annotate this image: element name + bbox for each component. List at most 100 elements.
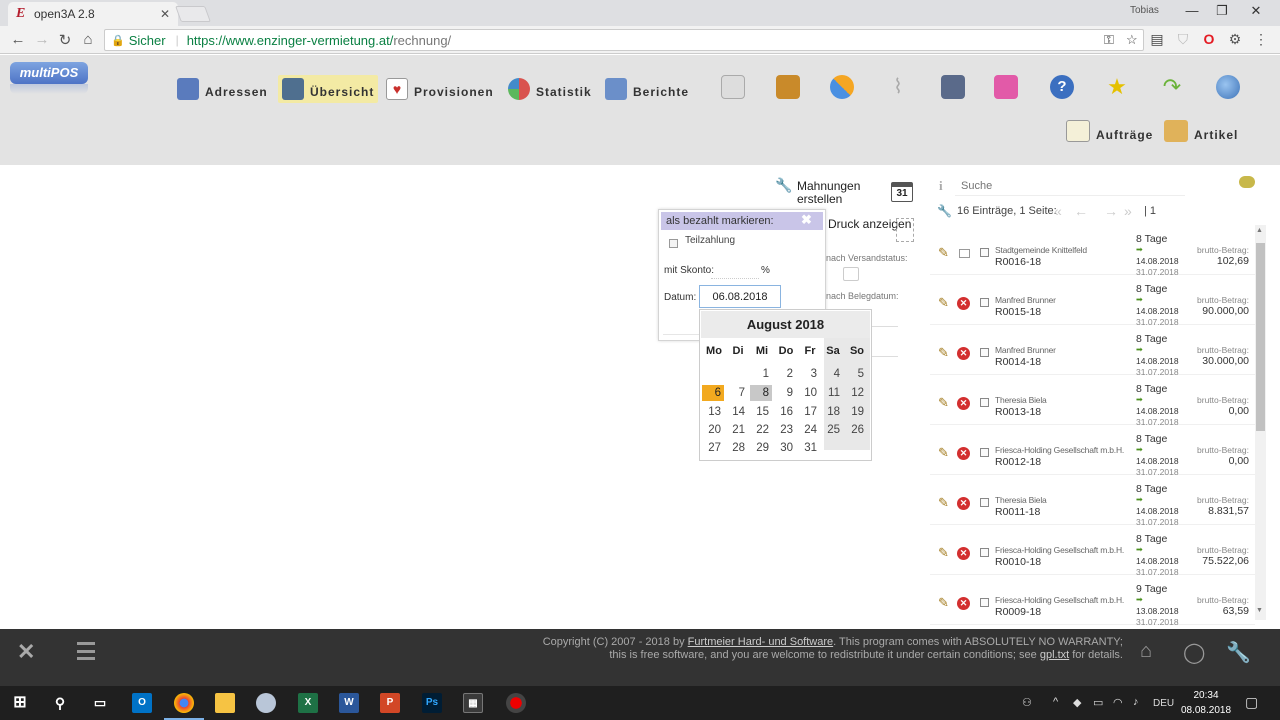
home-icon[interactable]: ⌂ xyxy=(78,31,98,48)
table-row[interactable]: ✎ ✕ Manfred Brunner R0014-18 8 Tage ➡ 14.08.20… xyxy=(930,325,1255,377)
pill-icon[interactable] xyxy=(830,75,854,99)
calendar-day-today[interactable]: 8 xyxy=(750,385,772,401)
settings-wrench-icon[interactable]: 🔧 xyxy=(1226,640,1251,665)
calendar-day[interactable]: 18 xyxy=(821,404,843,420)
owl-icon[interactable] xyxy=(1239,176,1255,188)
home-footer-icon[interactable]: ⌂ xyxy=(1140,640,1152,663)
calendar-day[interactable]: 11 xyxy=(821,385,843,401)
submenu-artikel[interactable]: Artikel xyxy=(1164,120,1238,142)
settings-extension-icon[interactable]: ⚙ xyxy=(1226,31,1244,48)
document-icon[interactable] xyxy=(980,298,989,307)
mail-sent-icon[interactable] xyxy=(959,249,970,258)
clock[interactable]: 20:34 08.08.2018 xyxy=(1180,688,1232,718)
language-indicator[interactable]: DEU xyxy=(1153,698,1174,709)
extension-pocket-icon[interactable]: ⛉ xyxy=(1174,31,1192,48)
menu-berichte[interactable]: Berichte xyxy=(601,75,693,103)
layers-icon[interactable] xyxy=(77,642,95,660)
calendar-day[interactable]: 3 xyxy=(798,366,820,382)
table-row[interactable]: ✎ Stadtgemeinde Knittelfeld R0016-18 8 Tage… xyxy=(930,225,1255,277)
notebook-icon[interactable] xyxy=(776,75,800,99)
calendar-day[interactable]: 14 xyxy=(726,404,748,420)
gpl-link[interactable]: gpl.txt xyxy=(1040,649,1069,661)
scroll-up-icon[interactable]: ▲ xyxy=(1256,227,1263,234)
battery-icon[interactable]: ▭ xyxy=(1093,696,1103,709)
edit-pencil-icon[interactable]: ✎ xyxy=(938,295,949,311)
document-icon[interactable] xyxy=(980,598,989,607)
close-popup-icon[interactable]: ✖ xyxy=(801,212,812,228)
calendar-day[interactable]: 23 xyxy=(774,422,796,438)
calendar-31-icon[interactable]: 31 xyxy=(891,182,913,202)
maximize-icon[interactable]: ❐ xyxy=(1212,3,1232,19)
edit-pencil-icon[interactable]: ✎ xyxy=(938,545,949,561)
calendar-day[interactable]: 4 xyxy=(821,366,843,382)
paperclip-icon[interactable]: ⌇ xyxy=(886,75,910,99)
print-preview-icon[interactable] xyxy=(896,218,914,242)
key-icon[interactable]: ⚿ xyxy=(1104,32,1114,48)
help-icon[interactable]: ? xyxy=(1050,75,1074,99)
search-icon[interactable]: ⚲ xyxy=(50,693,70,713)
windows-start-icon[interactable]: ⊞ xyxy=(10,693,30,713)
calendar-day[interactable]: 17 xyxy=(798,404,820,420)
edit-pencil-icon[interactable]: ✎ xyxy=(938,245,949,261)
delete-icon[interactable]: ✕ xyxy=(957,297,970,310)
extension-icon[interactable]: ▤ xyxy=(1148,31,1166,48)
table-row[interactable]: ✎ ✕ Manfred Brunner R0015-18 8 Tage ➡ 14.08.20… xyxy=(930,275,1255,327)
calendar-day[interactable]: 5 xyxy=(845,366,867,382)
edit-pencil-icon[interactable]: ✎ xyxy=(938,395,949,411)
delete-icon[interactable]: ✕ xyxy=(957,397,970,410)
chat-icon[interactable]: ◯ xyxy=(1183,640,1205,665)
close-app-icon[interactable]: ✕ xyxy=(17,639,35,665)
star-icon[interactable]: ★ xyxy=(1105,75,1129,99)
calendar-day[interactable]: 1 xyxy=(750,366,772,382)
skonto-input[interactable] xyxy=(711,265,759,279)
reload-icon[interactable]: ↻ xyxy=(55,31,75,49)
edit-pencil-icon[interactable]: ✎ xyxy=(938,345,949,361)
calendar-day[interactable]: 22 xyxy=(750,422,772,438)
calendar-day[interactable]: 15 xyxy=(750,404,772,420)
file-explorer-icon[interactable] xyxy=(215,693,235,713)
chrome-menu-icon[interactable]: ⋮ xyxy=(1252,31,1270,48)
calendar-day-selected[interactable]: 6 xyxy=(702,385,724,401)
word-icon[interactable]: W xyxy=(339,693,359,713)
printer-icon[interactable] xyxy=(843,267,859,281)
chrome-icon[interactable] xyxy=(174,693,194,713)
forward-arrow-icon[interactable]: ↷ xyxy=(1160,75,1184,99)
calendar-day[interactable]: 24 xyxy=(798,422,820,438)
table-row[interactable]: ✎ ✕ Theresia Biela R0011-18 8 Tage ➡ 14.08.201… xyxy=(930,475,1255,527)
calendar-day[interactable]: 2 xyxy=(774,366,796,382)
submenu-auftraege[interactable]: Aufträge xyxy=(1066,120,1153,142)
minimize-icon[interactable]: — xyxy=(1182,3,1202,18)
delete-icon[interactable]: ✕ xyxy=(957,447,970,460)
recorder-icon[interactable] xyxy=(506,693,526,713)
calendar-day[interactable]: 31 xyxy=(798,440,820,456)
table-row[interactable]: ✎ ✕ Friesca-Holding Gesellschaft m.b.H. R00… xyxy=(930,525,1255,577)
calendar-day[interactable]: 9 xyxy=(774,385,796,401)
calendar-day[interactable]: 25 xyxy=(821,422,843,438)
menu-provisionen[interactable]: ♥ Provisionen xyxy=(382,75,498,103)
gift-icon[interactable] xyxy=(994,75,1018,99)
search-doc-icon[interactable] xyxy=(721,75,745,99)
calendar-day[interactable]: 28 xyxy=(726,440,748,456)
document-icon[interactable] xyxy=(980,548,989,557)
calendar-day[interactable]: 26 xyxy=(845,422,867,438)
notifications-icon[interactable]: ▢ xyxy=(1245,694,1258,711)
remote-app-icon[interactable] xyxy=(256,693,276,713)
opera-icon[interactable]: O xyxy=(1200,31,1218,47)
url-field[interactable]: 🔒 Sicher | https://www.enzinger-vermietu… xyxy=(104,29,1144,51)
calculator-icon[interactable]: ▦ xyxy=(463,693,483,713)
scrollbar-thumb[interactable] xyxy=(1256,243,1265,431)
furtmeier-link[interactable]: Furtmeier Hard- und Software xyxy=(688,636,834,648)
calendar-day[interactable]: 20 xyxy=(702,422,724,438)
last-page-icon[interactable]: » xyxy=(1124,203,1132,219)
excel-icon[interactable]: X xyxy=(298,693,318,713)
outlook-icon[interactable]: O xyxy=(132,693,152,713)
edit-pencil-icon[interactable]: ✎ xyxy=(938,445,949,461)
calendar-day[interactable]: 29 xyxy=(750,440,772,456)
next-page-icon[interactable]: → xyxy=(1104,203,1118,219)
close-tab-icon[interactable]: ✕ xyxy=(160,7,170,21)
calendar-day[interactable]: 19 xyxy=(845,404,867,420)
people-icon[interactable]: ⚇ xyxy=(1022,696,1032,709)
datum-input[interactable] xyxy=(699,285,781,308)
menu-statistik[interactable]: Statistik xyxy=(504,75,596,103)
powerpoint-icon[interactable]: P xyxy=(380,693,400,713)
